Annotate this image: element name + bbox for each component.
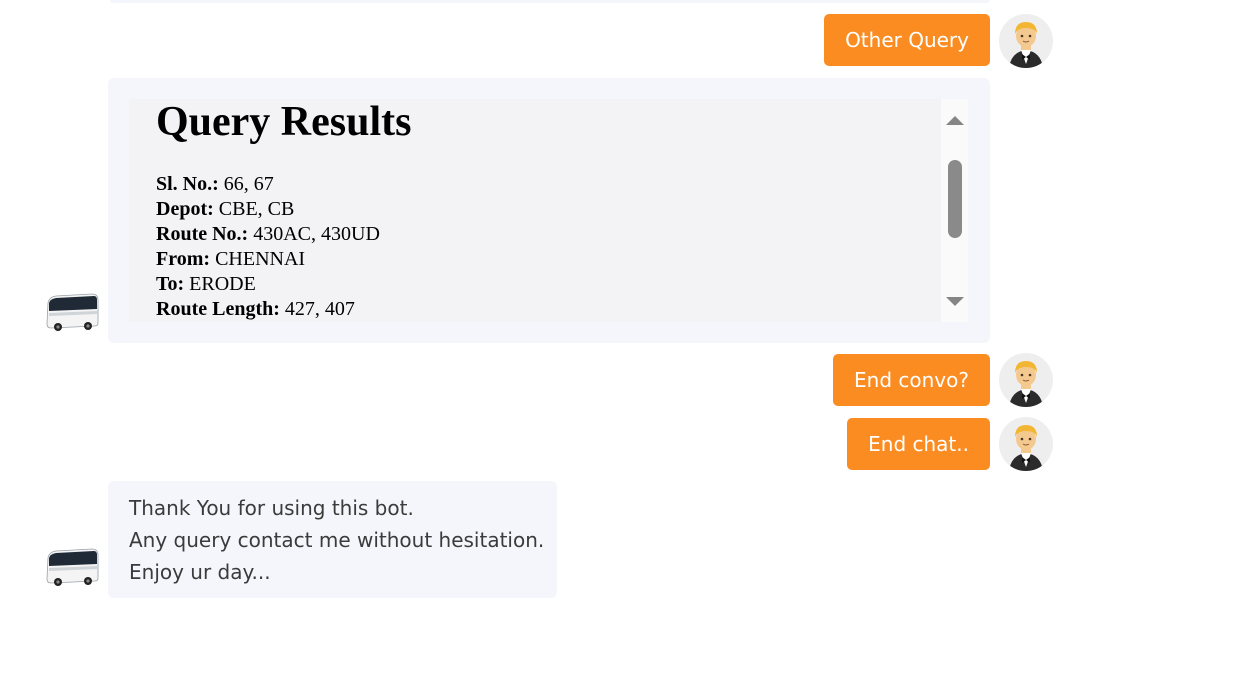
thanks-line-3: Enjoy ur day... <box>129 560 271 584</box>
scroll-thumb[interactable] <box>948 160 962 238</box>
bus-icon <box>44 291 100 333</box>
thanks-line-1: Thank You for using this bot. <box>129 496 414 520</box>
man-in-tuxedo-icon <box>999 417 1053 471</box>
result-label: Depot: <box>156 198 214 220</box>
results-title: Query Results <box>156 99 412 145</box>
thanks-text: Thank You for using this bot. Any query … <box>129 492 544 588</box>
result-label: From: <box>156 248 211 270</box>
results-frame[interactable]: Query Results Sl. No.: 66, 67 Depot: CBE… <box>129 99 968 322</box>
scroll-up-arrow-icon[interactable] <box>946 116 964 125</box>
bus-icon <box>44 546 100 588</box>
user-message-end-chat: End chat.. <box>847 418 990 470</box>
man-in-tuxedo-icon <box>999 14 1053 68</box>
result-value: CBE, CB <box>213 198 295 220</box>
result-label: To: <box>156 273 185 295</box>
result-row-depot: Depot: CBE, CB <box>156 197 412 222</box>
bot-message-query-results: Query Results Sl. No.: 66, 67 Depot: CBE… <box>108 78 990 343</box>
result-label: Route No.: <box>156 223 249 245</box>
previous-bot-message-edge <box>110 0 990 3</box>
bot-message-thanks: Thank You for using this bot. Any query … <box>108 481 557 598</box>
result-value: CHENNAI <box>210 248 306 270</box>
user-message-end-convo: End convo? <box>833 354 990 406</box>
results-scrollbar[interactable] <box>941 99 968 322</box>
man-in-tuxedo-icon <box>999 353 1053 407</box>
results-content: Query Results Sl. No.: 66, 67 Depot: CBE… <box>156 99 412 322</box>
thanks-line-2: Any query contact me without hesitation. <box>129 528 545 552</box>
result-row-to: To: ERODE <box>156 272 412 297</box>
results-list: Sl. No.: 66, 67 Depot: CBE, CB Route No.… <box>156 172 412 322</box>
scroll-down-arrow-icon[interactable] <box>946 297 964 306</box>
result-value: 66, 67 <box>218 173 274 195</box>
result-value: 430AC, 430UD <box>248 223 380 245</box>
chat-window: Other Query Query Results Sl. No.: 66, 6… <box>0 0 1243 697</box>
result-row-sl-no: Sl. No.: 66, 67 <box>156 172 412 197</box>
result-label: Sl. No.: <box>156 173 219 195</box>
user-message-other-query: Other Query <box>824 14 990 66</box>
result-row-route-length: Route Length: 427, 407 <box>156 297 412 322</box>
result-value: 427, 407 <box>279 298 355 320</box>
result-label: Route Length: <box>156 298 280 320</box>
result-row-from: From: CHENNAI <box>156 247 412 272</box>
result-value: ERODE <box>184 273 256 295</box>
result-row-route-no: Route No.: 430AC, 430UD <box>156 222 412 247</box>
